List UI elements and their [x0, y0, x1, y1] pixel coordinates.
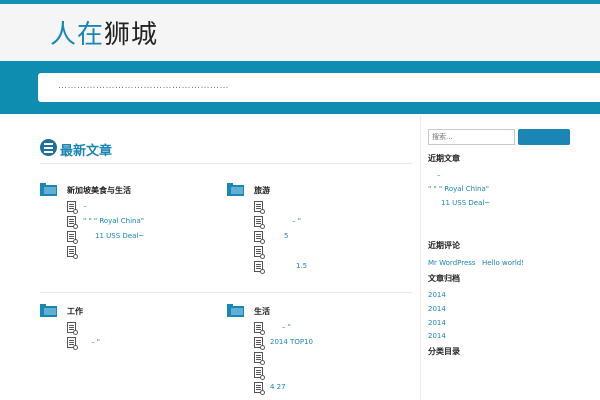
- post-link[interactable]: – ": [282, 323, 291, 331]
- post-link[interactable]: – ": [292, 217, 301, 225]
- recent-post-link[interactable]: 11 USS Deal~: [441, 199, 490, 207]
- comment-post-link[interactable]: Hello world!: [482, 259, 524, 267]
- category-title[interactable]: 生活: [254, 306, 270, 317]
- post-link[interactable]: 1.5: [296, 262, 307, 270]
- post-link[interactable]: 2014 TOP10: [270, 338, 313, 346]
- banner-text: ………………………………………………: [58, 81, 229, 91]
- recent-post-link[interactable]: –: [437, 171, 441, 179]
- divider: [40, 292, 412, 293]
- banner-box: ………………………………………………: [38, 73, 600, 102]
- archive-link[interactable]: 2014: [428, 305, 446, 313]
- category-title[interactable]: 新加坡美食与生活: [67, 185, 131, 196]
- document-icon: [254, 201, 265, 214]
- comment-author-link[interactable]: Mr WordPress: [428, 259, 476, 267]
- post-link[interactable]: – ": [91, 338, 100, 346]
- page-title: 最新文章: [60, 144, 113, 159]
- post-link[interactable]: 11 USS Deal~: [95, 232, 144, 240]
- document-icon: [254, 231, 265, 244]
- document-icon: [254, 322, 265, 335]
- document-icon: [254, 261, 265, 274]
- folder-icon: [227, 304, 244, 317]
- sidebar-divider: [420, 116, 421, 400]
- site-logo[interactable]: 人在狮城: [50, 20, 158, 50]
- search-button[interactable]: [518, 129, 570, 145]
- folder-icon: [40, 183, 57, 196]
- widget-title-recent-posts: 近期文章: [428, 154, 460, 163]
- post-link[interactable]: " " " Royal China": [83, 217, 144, 225]
- document-icon: [67, 216, 78, 229]
- logo-part-2: 狮城: [104, 20, 159, 50]
- document-icon: [254, 382, 265, 395]
- recent-post-link[interactable]: " " " Royal China": [428, 185, 489, 193]
- category-title[interactable]: 旅游: [254, 185, 270, 196]
- widget-title-recent-comments: 近期评论: [428, 241, 460, 250]
- post-link[interactable]: 4 27: [270, 383, 286, 391]
- divider: [40, 163, 412, 164]
- widget-title-categories: 分类目录: [428, 347, 460, 356]
- category-title[interactable]: 工作: [67, 306, 83, 317]
- document-icon: [254, 367, 265, 380]
- archive-link[interactable]: 2014: [428, 291, 446, 299]
- document-icon: [67, 322, 78, 335]
- logo-part-1: 人在: [50, 20, 105, 50]
- post-link[interactable]: 5: [284, 232, 288, 240]
- document-icon: [254, 216, 265, 229]
- document-icon: [254, 246, 265, 259]
- folder-icon: [40, 304, 57, 317]
- menu-icon: [40, 139, 57, 156]
- document-icon: [67, 201, 78, 214]
- search-input[interactable]: [428, 129, 515, 145]
- widget-title-archives: 文章归档: [428, 274, 460, 283]
- document-icon: [254, 352, 265, 365]
- document-icon: [67, 231, 78, 244]
- folder-icon: [227, 183, 244, 196]
- archive-link[interactable]: 2014: [428, 332, 446, 340]
- document-icon: [67, 246, 78, 259]
- post-link[interactable]: –: [83, 202, 87, 210]
- site-header: 人在狮城: [0, 4, 600, 62]
- document-icon: [254, 337, 265, 350]
- document-icon: [67, 337, 78, 350]
- archive-link[interactable]: 2014: [428, 319, 446, 327]
